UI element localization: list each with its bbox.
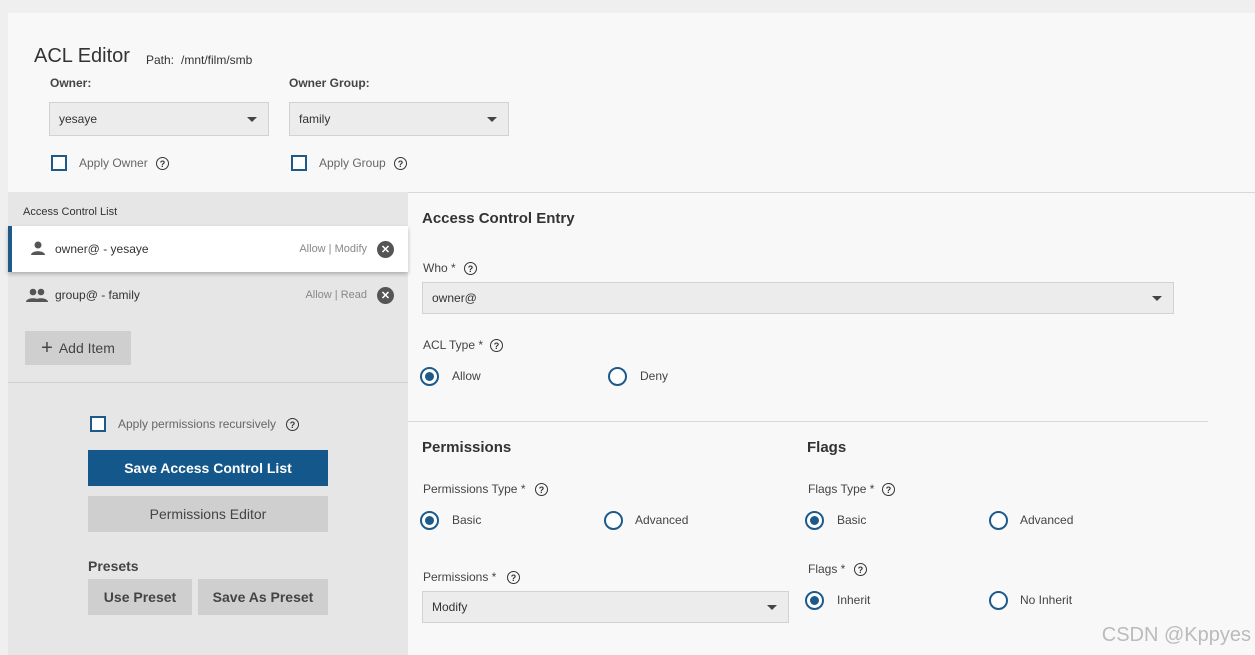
radio-deny-label: Deny (640, 369, 669, 383)
radio-perm-advanced[interactable] (604, 511, 623, 530)
remove-icon[interactable]: ✕ (377, 286, 394, 304)
group-icon (26, 288, 48, 302)
chevron-down-icon (487, 117, 497, 122)
help-icon[interactable]: ? (507, 571, 520, 584)
radio-dot (810, 516, 819, 525)
help-icon[interactable]: ? (286, 418, 299, 431)
owner-group-select[interactable]: family (289, 102, 509, 136)
radio-perm-advanced-label: Advanced (635, 513, 689, 527)
ace-heading: Access Control Entry (422, 210, 575, 227)
page-title: ACL Editor (34, 45, 130, 67)
acl-editor-card: ACL Editor Path: /mnt/film/smb Owner: ye… (8, 13, 1255, 655)
radio-flags-basic[interactable] (805, 511, 824, 530)
recursive-checkbox[interactable] (90, 416, 106, 432)
flags-heading: Flags (807, 439, 847, 456)
chevron-down-icon (767, 605, 777, 610)
help-icon[interactable]: ? (464, 262, 477, 275)
acl-list-item[interactable]: group@ - family Allow | Read ✕ (8, 272, 408, 318)
radio-flags-advanced[interactable] (989, 511, 1008, 530)
plus-icon: + (41, 337, 53, 359)
acl-item-name: owner@ - yesaye (55, 242, 149, 256)
watermark: CSDN @Kppyes (1101, 624, 1251, 646)
flags-label: Flags * (808, 562, 846, 576)
permissions-type-label: Permissions Type * (423, 482, 526, 496)
permissions-select[interactable]: Modify (422, 591, 789, 623)
acl-item-name: group@ - family (55, 288, 140, 302)
permissions-label: Permissions * (423, 570, 497, 584)
path-value: /mnt/film/smb (181, 53, 253, 67)
apply-group-label: Apply Group (319, 156, 386, 170)
recursive-label: Apply permissions recursively (118, 417, 277, 431)
who-select[interactable]: owner@ (422, 282, 1174, 314)
owner-select-value: yesaye (59, 112, 98, 126)
help-icon[interactable]: ? (535, 483, 548, 496)
apply-owner-checkbox[interactable] (51, 155, 67, 171)
acl-type-label: ACL Type * (423, 338, 484, 352)
radio-flags-advanced-label: Advanced (1020, 513, 1074, 527)
radio-perm-basic-label: Basic (452, 513, 482, 527)
apply-owner-label: Apply Owner (79, 156, 148, 170)
help-icon[interactable]: ? (394, 157, 407, 170)
divider (8, 382, 408, 383)
owner-select[interactable]: yesaye (49, 102, 269, 136)
chevron-down-icon (1152, 296, 1162, 301)
radio-inherit-label: Inherit (837, 593, 871, 607)
radio-allow-label: Allow (452, 369, 481, 383)
help-icon[interactable]: ? (854, 563, 867, 576)
chevron-down-icon (247, 117, 257, 122)
permissions-heading: Permissions (422, 439, 512, 456)
use-preset-button[interactable]: Use Preset (88, 579, 192, 615)
divider (408, 421, 1208, 422)
add-item-button[interactable]: + Add Item (25, 331, 131, 365)
who-label: Who * (423, 261, 456, 275)
radio-allow[interactable] (420, 367, 439, 386)
who-select-value: owner@ (432, 291, 477, 305)
owner-group-label: Owner Group: (289, 76, 370, 90)
radio-inherit[interactable] (805, 591, 824, 610)
acl-item-perm: Allow | Modify (299, 243, 367, 255)
save-acl-button[interactable]: Save Access Control List (88, 450, 328, 486)
presets-heading: Presets (88, 558, 139, 574)
owner-group-select-value: family (299, 112, 331, 126)
remove-icon[interactable]: ✕ (377, 240, 394, 258)
radio-flags-basic-label: Basic (837, 513, 867, 527)
acl-list-heading: Access Control List (23, 206, 118, 218)
help-icon[interactable]: ? (490, 339, 503, 352)
acl-item-perm: Allow | Read (305, 289, 367, 301)
acl-list-panel: Access Control List owner@ - yesaye Allo… (8, 192, 408, 655)
radio-no-inherit-label: No Inherit (1020, 593, 1073, 607)
person-icon (31, 241, 45, 255)
owner-label: Owner: (50, 76, 92, 90)
help-icon[interactable]: ? (882, 483, 895, 496)
radio-no-inherit[interactable] (989, 591, 1008, 610)
save-as-preset-button[interactable]: Save As Preset (198, 579, 328, 615)
help-icon[interactable]: ? (156, 157, 169, 170)
radio-perm-basic[interactable] (420, 511, 439, 530)
apply-group-checkbox[interactable] (291, 155, 307, 171)
radio-dot (810, 596, 819, 605)
radio-dot (425, 372, 434, 381)
permissions-editor-button[interactable]: Permissions Editor (88, 496, 328, 532)
flags-type-label: Flags Type * (808, 482, 875, 496)
acl-list-item[interactable]: owner@ - yesaye Allow | Modify ✕ (8, 226, 408, 272)
permissions-select-value: Modify (432, 600, 468, 614)
radio-dot (425, 516, 434, 525)
path-label: Path: (146, 53, 175, 67)
radio-deny[interactable] (608, 367, 627, 386)
